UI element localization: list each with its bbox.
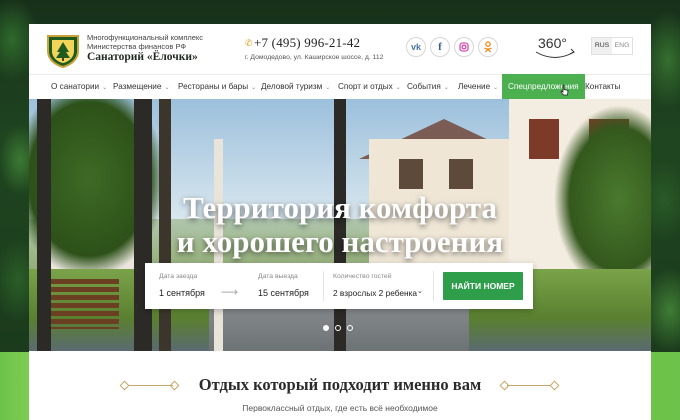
facebook-icon[interactable]: f xyxy=(430,37,450,57)
divider xyxy=(323,271,324,301)
checkin-label: Дата заезда xyxy=(159,273,198,280)
header: Многофункциональный комплекс Министерств… xyxy=(29,24,651,74)
divider xyxy=(433,271,434,301)
guests-label: Количество гостей xyxy=(333,273,392,280)
phone-number[interactable]: +7 (495) 996-21-42 xyxy=(254,35,360,51)
chevron-down-icon[interactable]: ⌄ xyxy=(417,287,423,295)
nav-item-restaurants[interactable]: Рестораны и бары ⌄ xyxy=(178,75,256,99)
section-title: Отдых который подходит именно вам xyxy=(198,375,482,394)
hero-window xyxy=(449,159,473,189)
nav-item-business[interactable]: Деловой туризм ⌄ xyxy=(261,75,330,99)
booking-form: Дата заезда 1 сентября ⟶ Дата выезда 15 … xyxy=(145,263,533,309)
find-room-button[interactable]: НАЙТИ НОМЕР xyxy=(443,272,523,300)
instagram-icon[interactable] xyxy=(454,37,474,57)
address-text: г. Домодедово, ул. Каширское шоссе, д. 1… xyxy=(245,54,384,61)
hero-title-line1: Территория комфорта xyxy=(183,190,497,225)
chevron-down-icon: ⌄ xyxy=(493,85,499,91)
vk-icon[interactable]: vk xyxy=(406,37,426,57)
logo-emblem[interactable] xyxy=(45,33,81,69)
rotate-360-icon xyxy=(535,48,575,58)
nav-item-label: Деловой туризм xyxy=(261,82,323,91)
slider-dot-3[interactable] xyxy=(347,325,353,331)
lang-option-rus[interactable]: RUS xyxy=(592,38,612,54)
phone-icon: ✆ xyxy=(245,38,253,48)
hero-slider: Территория комфорта и хорошего настроени… xyxy=(29,99,651,351)
nav-item-contacts[interactable]: Контакты xyxy=(585,75,620,99)
chevron-down-icon: ⌄ xyxy=(325,85,331,91)
hero-bench xyxy=(49,279,119,329)
brand-name[interactable]: Санаторий «Ёлочки» xyxy=(87,51,198,63)
nav-item-label: Контакты xyxy=(585,82,621,91)
nav-item-about[interactable]: О санатории ⌄ xyxy=(51,75,107,99)
nav-item-label: Лечение xyxy=(458,82,491,91)
checkout-date-field[interactable]: 15 сентября xyxy=(258,288,309,298)
chevron-down-icon: ⌄ xyxy=(443,85,449,91)
nav-item-special-offers[interactable]: Спецпредложения xyxy=(502,74,585,100)
main-nav: О санатории ⌄ Размещение ⌄ Рестораны и бар… xyxy=(29,74,651,100)
brand-subtitle-line2: Министерства финансов РФ xyxy=(87,42,187,51)
nav-item-label: Спорт и отдых xyxy=(338,82,393,91)
arrow-right-icon: ⟶ xyxy=(221,285,239,299)
hero-title-line2: и хорошего настроения xyxy=(176,224,504,259)
chevron-down-icon: ⌄ xyxy=(251,85,257,91)
language-switcher: RUS ENG xyxy=(591,37,633,55)
nav-item-label: Размещение xyxy=(113,82,162,91)
nav-item-sport[interactable]: Спорт и отдых ⌄ xyxy=(338,75,401,99)
nav-item-label: Рестораны и бары xyxy=(178,82,249,91)
site-container: Многофункциональный комплекс Министерств… xyxy=(29,24,651,420)
lang-option-eng[interactable]: ENG xyxy=(612,38,632,54)
checkout-label: Дата выезда xyxy=(258,273,298,280)
virtual-tour-button[interactable]: 360° xyxy=(533,35,577,61)
shield-logo-icon xyxy=(47,35,79,69)
hero-title: Территория комфорта и хорошего настроени… xyxy=(29,191,651,259)
chevron-down-icon: ⌄ xyxy=(164,85,170,91)
nav-item-treatment[interactable]: Лечение ⌄ xyxy=(458,75,498,99)
nav-item-accommodation[interactable]: Размещение ⌄ xyxy=(113,75,169,99)
nav-item-label: События xyxy=(407,82,441,91)
section-subtitle: Первоклассный отдых, где есть всё необхо… xyxy=(242,403,438,413)
chevron-down-icon: ⌄ xyxy=(102,85,108,91)
mouse-cursor-icon xyxy=(560,84,569,99)
checkin-date-field[interactable]: 1 сентября xyxy=(159,288,205,298)
chevron-down-icon: ⌄ xyxy=(395,85,401,91)
nav-item-label: О санатории xyxy=(51,82,100,91)
slider-dot-1[interactable] xyxy=(323,325,329,331)
guests-select[interactable]: 2 взрослых 2 ребенка xyxy=(333,288,417,298)
brand-subtitle-line1: Многофункциональный комплекс xyxy=(87,33,204,42)
hero-window xyxy=(399,159,423,189)
odnoklassniki-icon[interactable] xyxy=(478,37,498,57)
nav-item-events[interactable]: События ⌄ xyxy=(407,75,449,99)
slider-dot-2[interactable] xyxy=(335,325,341,331)
